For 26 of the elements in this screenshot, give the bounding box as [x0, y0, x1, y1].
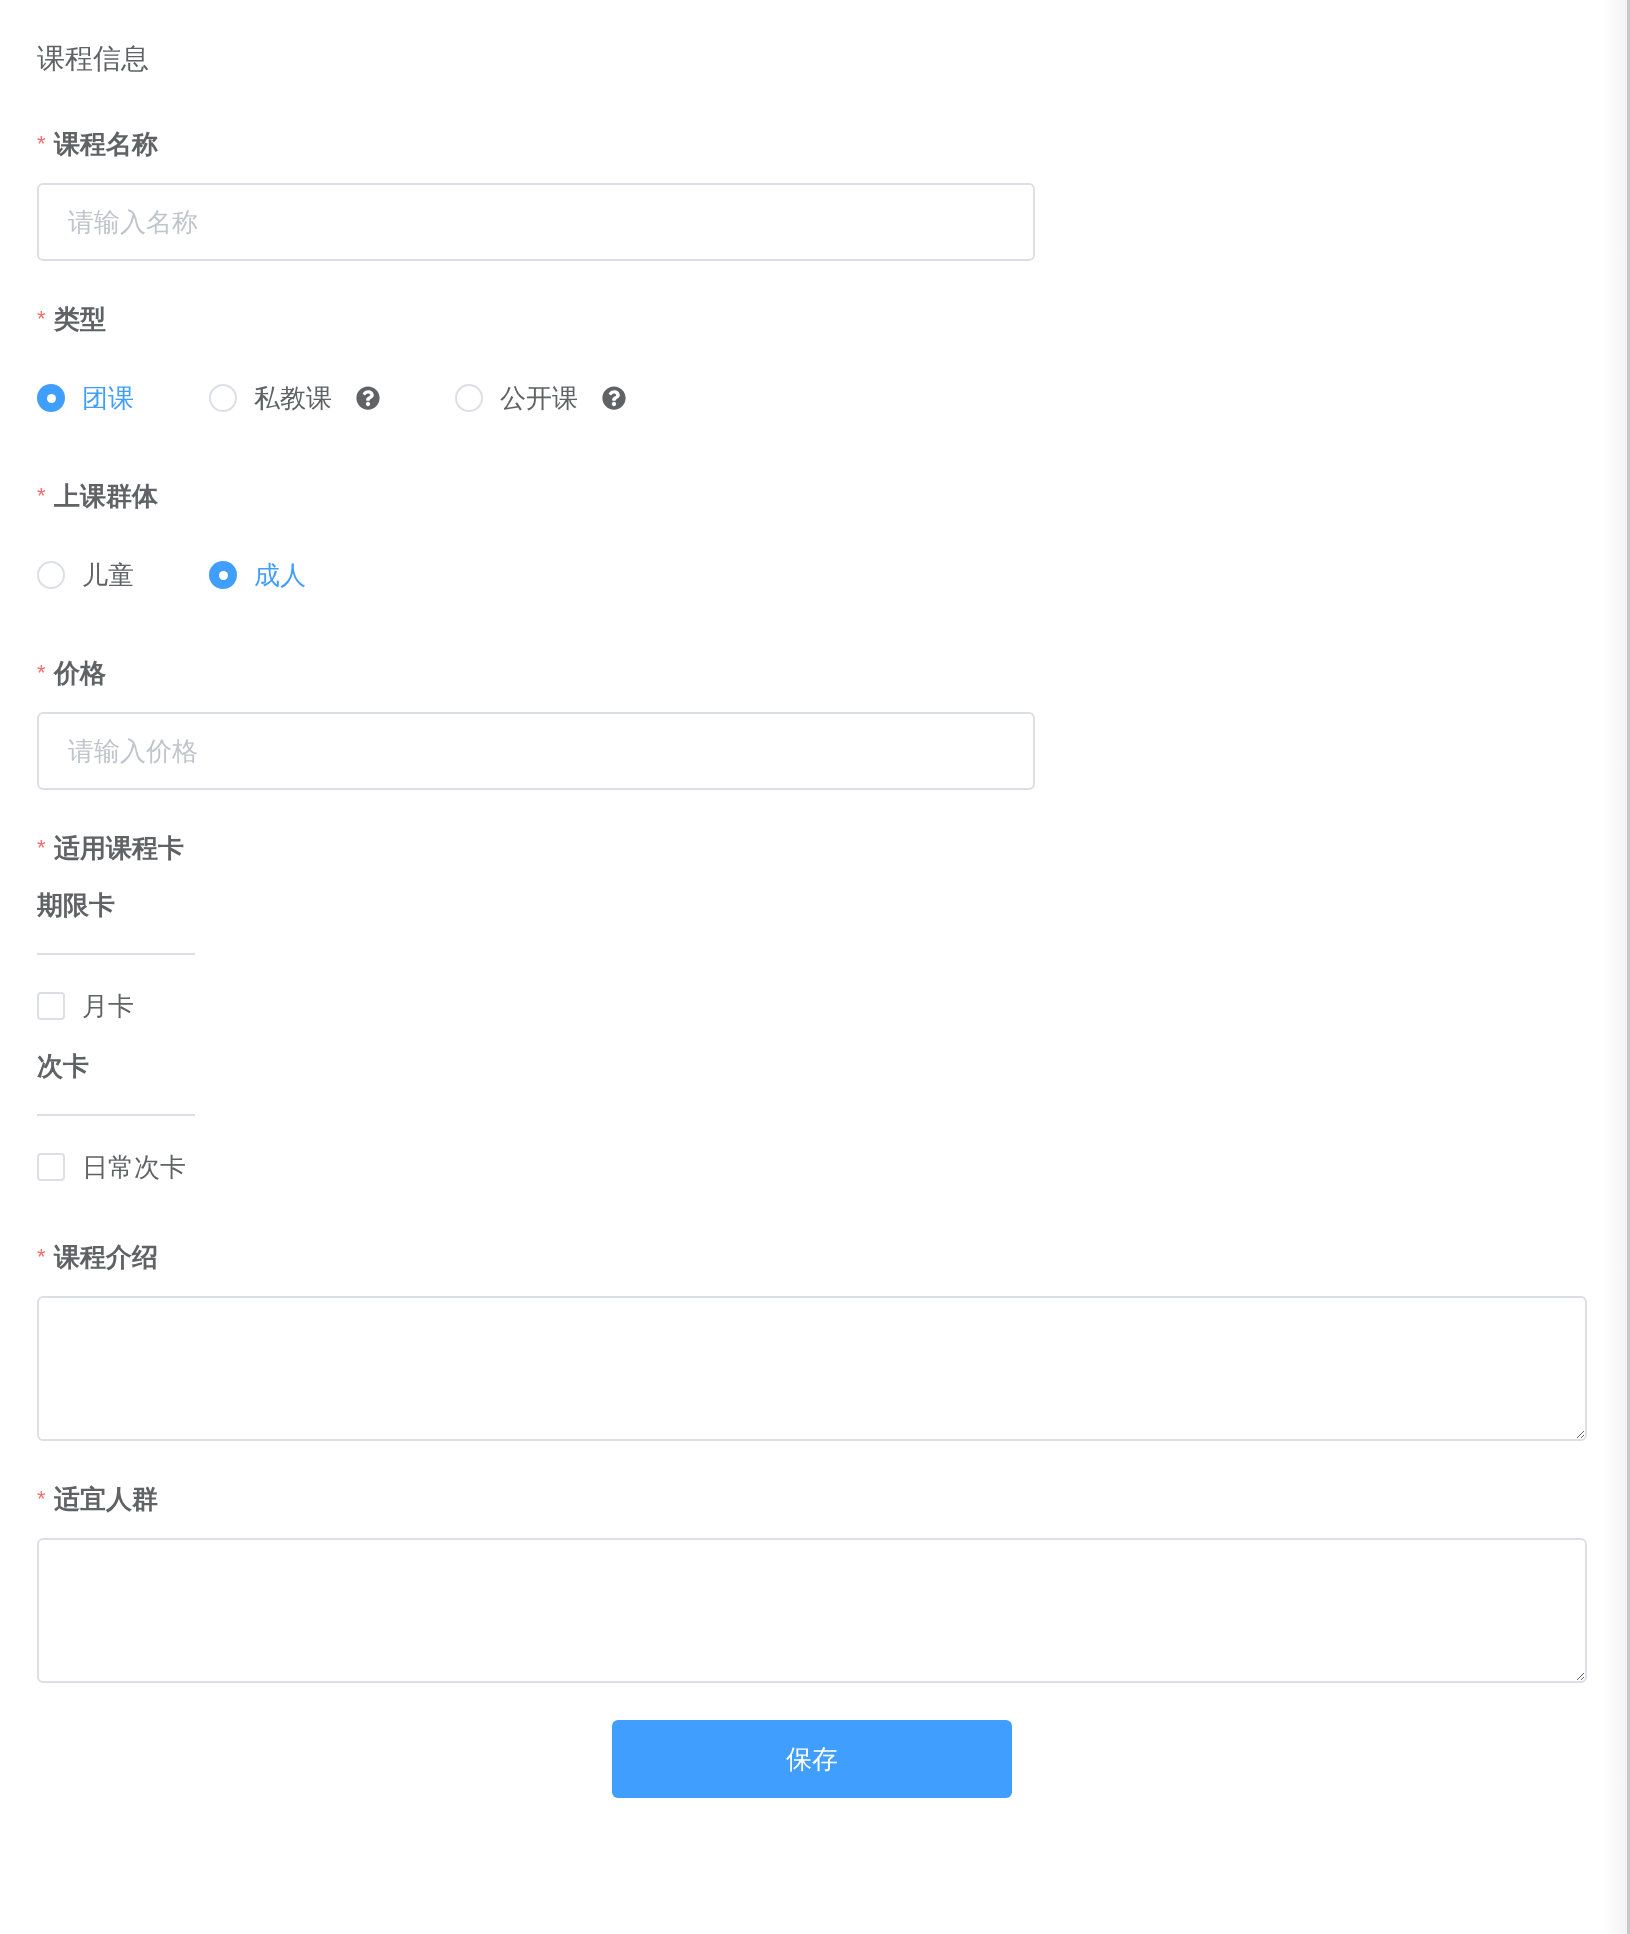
required-asterisk: * [37, 308, 46, 330]
required-asterisk: * [37, 133, 46, 155]
field-label: 上课群体 [53, 480, 158, 513]
required-asterisk: * [37, 837, 46, 859]
text-input[interactable]: 请输入价格 [37, 712, 1035, 790]
checkbox-option[interactable]: 日常次卡 [37, 1147, 186, 1187]
radio-option[interactable]: 私教课 [209, 378, 332, 418]
text-input[interactable]: 请输入名称 [37, 183, 1035, 261]
required-asterisk: * [37, 1488, 46, 1510]
field-label: 适宜人群 [53, 1483, 158, 1516]
required-asterisk: * [37, 662, 46, 684]
required-asterisk: * [37, 485, 46, 507]
help-icon[interactable] [356, 386, 380, 410]
checkbox-option[interactable]: 月卡 [37, 986, 134, 1026]
radio-option[interactable]: 公开课 [455, 378, 578, 418]
section-title: 课程信息 [37, 42, 149, 76]
field-label: 类型 [53, 303, 106, 336]
field-label: 课程介绍 [53, 1241, 158, 1274]
card-group-title: 次卡 [37, 1050, 89, 1083]
required-asterisk: * [37, 1246, 46, 1268]
radio-option[interactable]: 儿童 [37, 555, 134, 595]
card-group-title: 期限卡 [37, 889, 115, 922]
field-label: 价格 [53, 657, 106, 690]
field-label: 课程名称 [53, 128, 158, 161]
field-label: 适用课程卡 [53, 832, 184, 865]
help-icon[interactable] [602, 386, 626, 410]
